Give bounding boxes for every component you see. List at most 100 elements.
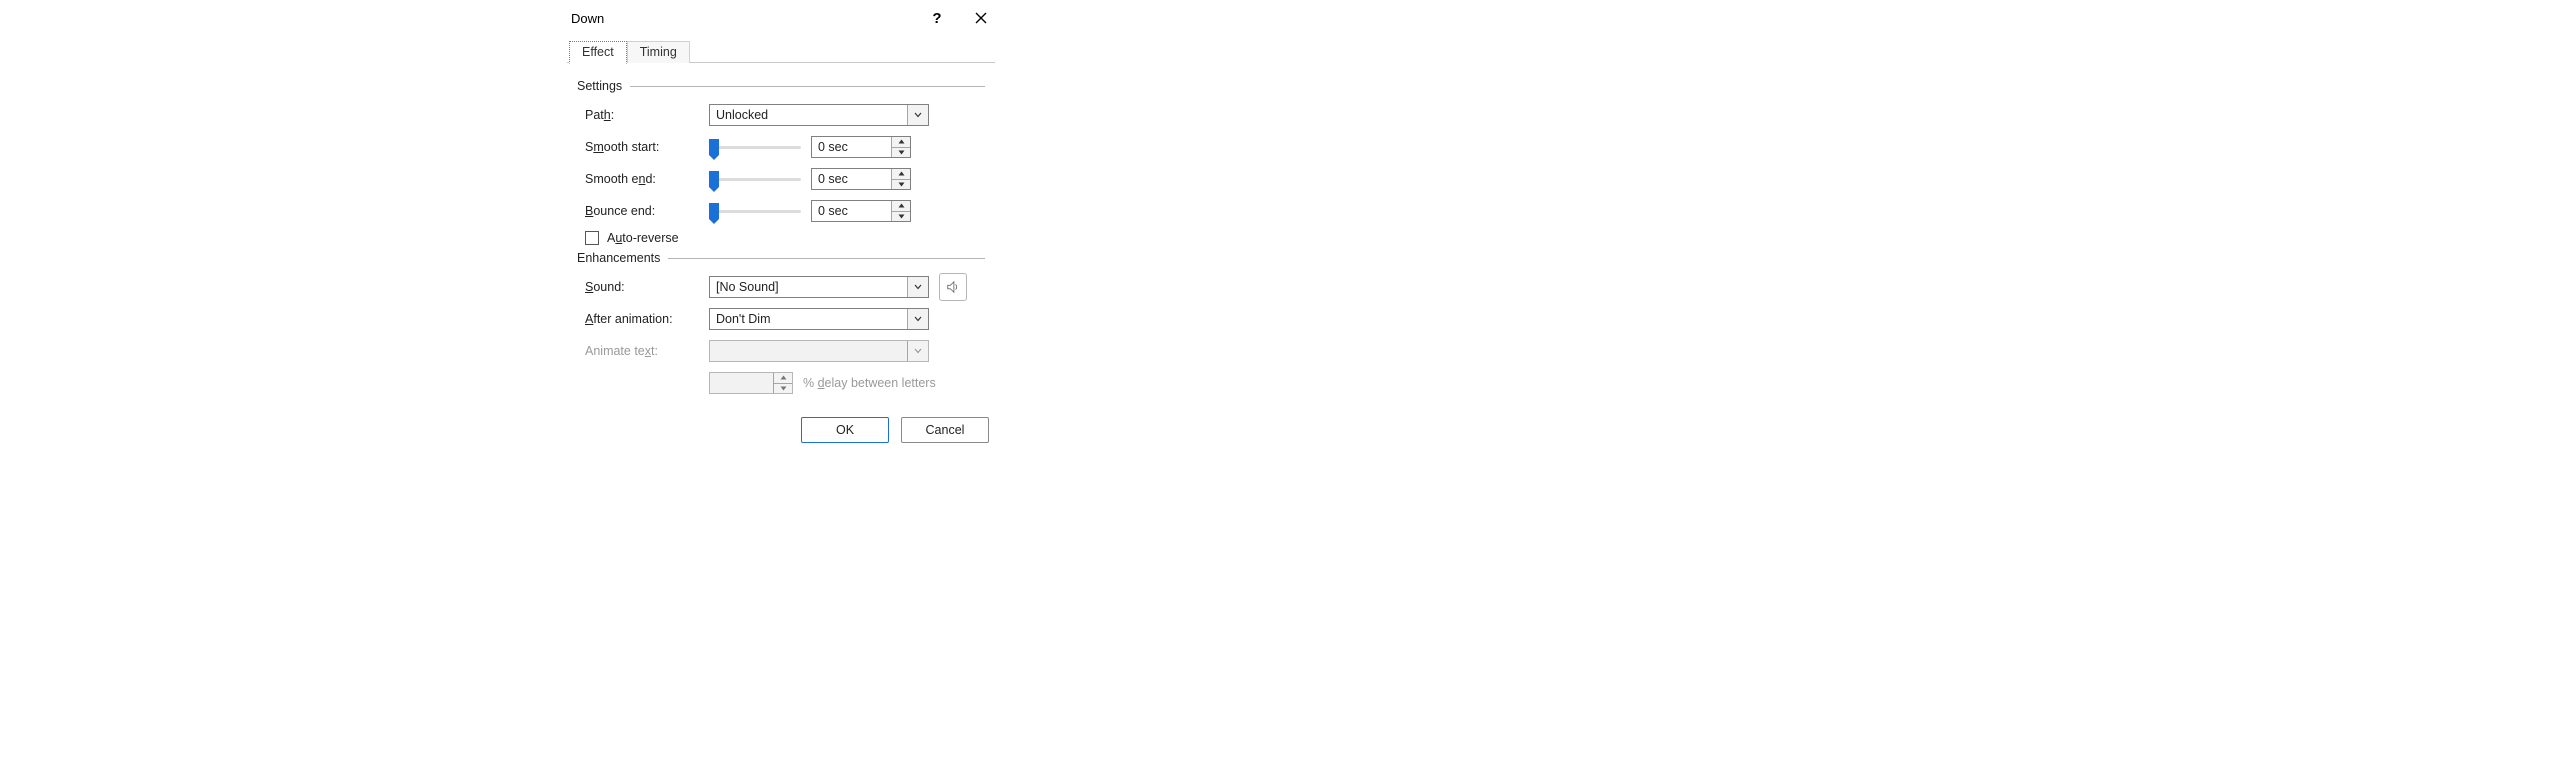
delay-label-accel: d [818, 376, 825, 390]
delay-between-letters-label: % delay between letters [803, 376, 936, 390]
slider-thumb[interactable] [709, 171, 719, 187]
row-animate-text: Animate text: [577, 337, 985, 365]
spinner-up-button[interactable] [892, 137, 910, 148]
row-after-animation: After animation: Don't Dim [577, 305, 985, 333]
smooth-end-label-part2: d: [645, 172, 655, 186]
smooth-start-slider[interactable] [709, 137, 801, 157]
animation-effect-dialog: Down ? Effect Timing Settings Path: [558, 0, 1004, 456]
cancel-button[interactable]: Cancel [901, 417, 989, 443]
smooth-end-label-part: Smooth e [585, 172, 639, 186]
auto-reverse-label-part2: to-reverse [622, 231, 678, 245]
auto-reverse-checkbox[interactable]: Auto-reverse [577, 231, 985, 245]
delay-between-letters-spinner [709, 372, 793, 394]
smooth-start-spinner[interactable]: 0 sec [811, 136, 911, 158]
smooth-start-label-part2: ooth start: [604, 140, 660, 154]
sound-label-part: ound: [593, 280, 624, 294]
slider-track [713, 178, 801, 181]
group-settings-header: Settings [577, 79, 985, 93]
spinner-buttons [891, 169, 910, 189]
row-path: Path: Unlocked [577, 101, 985, 129]
chevron-up-icon [898, 139, 905, 144]
spinner-down-button[interactable] [892, 148, 910, 158]
row-sound: Sound: [No Sound] [577, 273, 985, 301]
spinner-down-button [774, 384, 792, 394]
after-animation-combo-button[interactable] [907, 309, 928, 329]
spinner-up-button[interactable] [892, 201, 910, 212]
smooth-start-label: Smooth start: [577, 140, 709, 154]
after-animation-combo[interactable]: Don't Dim [709, 308, 929, 330]
cancel-button-label: Cancel [926, 423, 965, 437]
animate-text-label-part2: t: [651, 344, 658, 358]
close-button[interactable] [959, 4, 1003, 32]
smooth-start-value: 0 sec [812, 137, 891, 157]
animate-text-combo [709, 340, 929, 362]
sound-combo[interactable]: [No Sound] [709, 276, 929, 298]
path-combo[interactable]: Unlocked [709, 104, 929, 126]
tab-content: Settings Path: Unlocked Smooth start: [559, 63, 1003, 407]
chevron-down-icon [914, 284, 922, 290]
slider-thumb[interactable] [709, 139, 719, 155]
after-animation-combo-value: Don't Dim [710, 309, 907, 329]
chevron-down-icon [898, 214, 905, 219]
animate-text-combo-value [710, 341, 907, 361]
chevron-up-icon [780, 375, 787, 380]
spinner-up-button [774, 373, 792, 384]
chevron-down-icon [898, 182, 905, 187]
smooth-end-spinner[interactable]: 0 sec [811, 168, 911, 190]
dialog-footer: OK Cancel [559, 407, 1003, 455]
spinner-buttons [891, 201, 910, 221]
titlebar: Down ? [559, 1, 1003, 35]
delay-label-part: % [803, 376, 818, 390]
slider-track [713, 210, 801, 213]
delay-between-letters-value [710, 373, 773, 393]
spinner-buttons [891, 137, 910, 157]
chevron-down-icon [914, 348, 922, 354]
ok-button[interactable]: OK [801, 417, 889, 443]
group-enhancements-rule [668, 258, 985, 259]
path-label-part: Pat [585, 108, 604, 122]
row-delay-between-letters: % delay between letters [577, 369, 985, 397]
row-bounce-end: Bounce end: 0 sec [577, 197, 985, 225]
spinner-up-button[interactable] [892, 169, 910, 180]
group-settings-label: Settings [577, 79, 622, 93]
help-button[interactable]: ? [915, 4, 959, 32]
chevron-down-icon [898, 150, 905, 155]
animate-text-label: Animate text: [577, 344, 709, 358]
spinner-down-button[interactable] [892, 212, 910, 222]
slider-track [713, 146, 801, 149]
tab-effect-label: Effect [582, 45, 614, 59]
checkbox-box [585, 231, 599, 245]
chevron-down-icon [780, 386, 787, 391]
row-smooth-end: Smooth end: 0 sec [577, 165, 985, 193]
sound-volume-button[interactable] [939, 273, 967, 301]
sound-label: Sound: [577, 280, 709, 294]
spinner-down-button[interactable] [892, 180, 910, 190]
bounce-end-spinner[interactable]: 0 sec [811, 200, 911, 222]
group-enhancements-header: Enhancements [577, 251, 985, 265]
bounce-end-slider[interactable] [709, 201, 801, 221]
close-icon [975, 12, 987, 24]
path-label: Path: [577, 108, 709, 122]
smooth-start-label-accel: m [593, 140, 603, 154]
smooth-end-value: 0 sec [812, 169, 891, 189]
chevron-down-icon [914, 316, 922, 322]
ok-button-label: OK [836, 423, 854, 437]
spinner-buttons [773, 373, 792, 393]
path-combo-button[interactable] [907, 105, 928, 125]
tab-effect[interactable]: Effect [569, 41, 627, 64]
auto-reverse-label: Auto-reverse [607, 231, 679, 245]
chevron-down-icon [914, 112, 922, 118]
dialog-title: Down [571, 11, 915, 26]
slider-thumb[interactable] [709, 203, 719, 219]
animate-text-combo-button [907, 341, 928, 361]
tab-timing[interactable]: Timing [627, 41, 690, 63]
after-animation-label-part: fter animation: [593, 312, 672, 326]
smooth-end-label: Smooth end: [577, 172, 709, 186]
after-animation-label: After animation: [577, 312, 709, 326]
sound-combo-button[interactable] [907, 277, 928, 297]
smooth-end-slider[interactable] [709, 169, 801, 189]
chevron-up-icon [898, 171, 905, 176]
path-combo-value: Unlocked [710, 105, 907, 125]
bounce-end-label-part: ounce end: [593, 204, 655, 218]
group-settings-rule [630, 86, 985, 87]
